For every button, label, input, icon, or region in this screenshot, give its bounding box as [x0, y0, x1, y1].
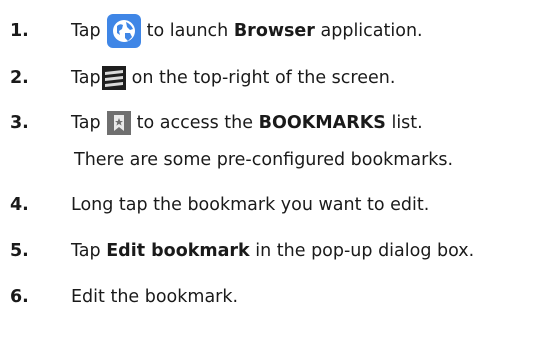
step-text: Tap to launch Browser application.: [71, 14, 423, 48]
instruction-steps: 1. Tap to launch Browser application. 2.…: [0, 0, 557, 340]
step-text: Long tap the bookmark you want to edit.: [71, 195, 430, 215]
step-4: 4. Long tap the bookmark you want to edi…: [0, 185, 557, 225]
step-2: 2. Tap on the top-right of the screen.: [0, 58, 557, 98]
step-3: 3. Tap to access the BOOKMARKS list.: [0, 103, 557, 143]
step-number: 3.: [10, 113, 29, 133]
step-number: 2.: [10, 68, 29, 88]
step-1: 1. Tap to launch Browser application.: [0, 11, 557, 51]
bookmark-star-icon: [106, 111, 131, 135]
step-text: Tap Edit bookmark in the pop-up dialog b…: [71, 241, 475, 261]
step-5: 5. Tap Edit bookmark in the pop-up dialo…: [0, 231, 557, 271]
step-text: Edit the bookmark.: [71, 287, 239, 307]
step-6: 6. Edit the bookmark.: [0, 277, 557, 317]
globe-icon: [106, 14, 141, 48]
step-note: There are some pre-configured bookmarks.: [74, 150, 454, 170]
step-number: 1.: [10, 21, 29, 41]
step-number: 6.: [10, 287, 29, 307]
step-text: Tap on the top-right of the screen.: [71, 66, 396, 90]
step-text: Tap to access the BOOKMARKS list.: [71, 111, 423, 135]
step-3-note: There are some pre-configured bookmarks.: [0, 140, 557, 180]
menu-icon: [101, 66, 126, 90]
step-number: 4.: [10, 195, 29, 215]
step-number: 5.: [10, 241, 29, 261]
